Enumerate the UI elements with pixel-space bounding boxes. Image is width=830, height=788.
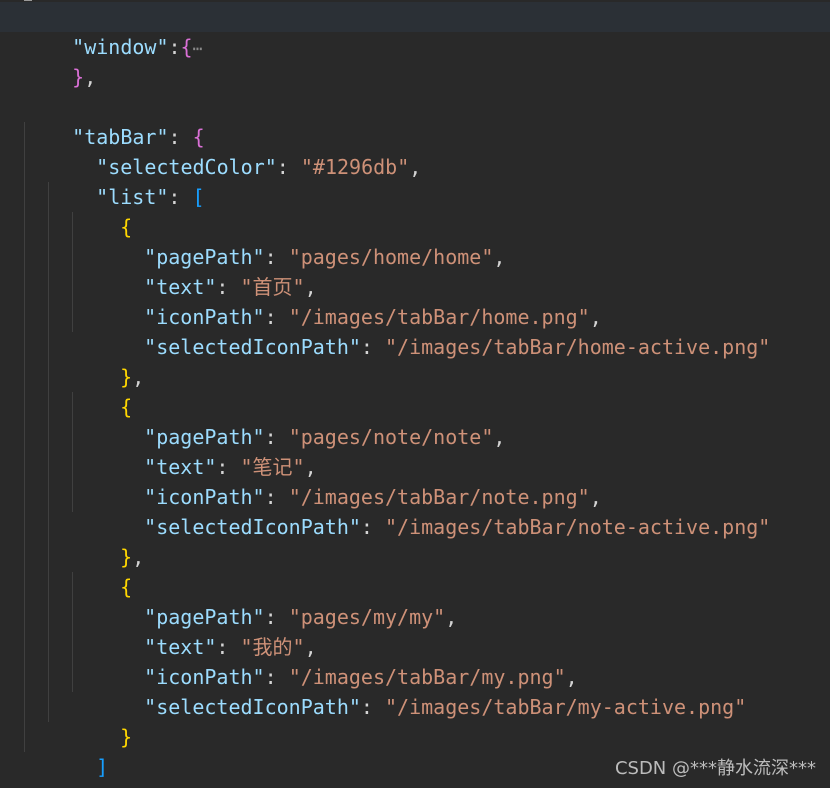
code-line: "tabBar": { (72, 125, 205, 149)
code-line: "window":{⋯ (72, 35, 203, 59)
code-line: }, (120, 545, 145, 569)
selected-icon-path-key: "selectedIconPath" (144, 695, 361, 719)
selected-color-value: "#1296db" (300, 155, 410, 179)
page-path-value: "pages/note/note" (288, 425, 494, 449)
code-line: { (120, 215, 133, 239)
code-line: }, (0, 752, 96, 788)
code-line: }, (72, 65, 97, 89)
code-line: "iconPath": "/images/tabBar/my.png", (144, 665, 578, 689)
code-line: "selectedColor": "#1296db", (96, 155, 422, 179)
code-line: "pagePath": "pages/my/my", (144, 605, 458, 629)
code-line: "pagePath": "pages/note/note", (144, 425, 506, 449)
code-line: "selectedIconPath": "/images/tabBar/home… (144, 335, 771, 359)
code-line: { (120, 395, 133, 419)
code-line: } (120, 725, 133, 749)
code-line: "pagePath": "pages/home/home", (144, 245, 506, 269)
code-line: "selectedIconPath": "/images/tabBar/my-a… (144, 695, 747, 719)
watermark: CSDN @***静水流深*** (614, 758, 816, 779)
code-line: "text": "首页", (144, 275, 317, 299)
code-line: }, (120, 365, 145, 389)
code-line: ] (96, 755, 109, 779)
page-path-value: "pages/home/home" (288, 245, 494, 269)
code-line: "text": "笔记", (144, 455, 317, 479)
code-editor[interactable]: "window":{⋯ }, "tabBar": { "selectedColo… (0, 0, 830, 788)
selected-icon-path-value: "/images/tabBar/my-active.png" (385, 695, 747, 719)
code-line: "text": "我的", (144, 635, 317, 659)
code-line: "iconPath": "/images/tabBar/note.png", (144, 485, 602, 509)
code-line: "selectedIconPath": "/images/tabBar/note… (144, 515, 771, 539)
code-line: "list": [ (96, 185, 205, 209)
fold-ellipsis-icon[interactable]: ⋯ (193, 39, 203, 58)
selected-icon-path-key: "selectedIconPath" (144, 335, 361, 359)
code-line: "iconPath": "/images/tabBar/home.png", (144, 305, 602, 329)
selected-icon-path-value: "/images/tabBar/note-active.png" (385, 515, 771, 539)
code-line: { (120, 575, 133, 599)
selected-icon-path-key: "selectedIconPath" (144, 515, 361, 539)
selected-icon-path-value: "/images/tabBar/home-active.png" (385, 335, 771, 359)
